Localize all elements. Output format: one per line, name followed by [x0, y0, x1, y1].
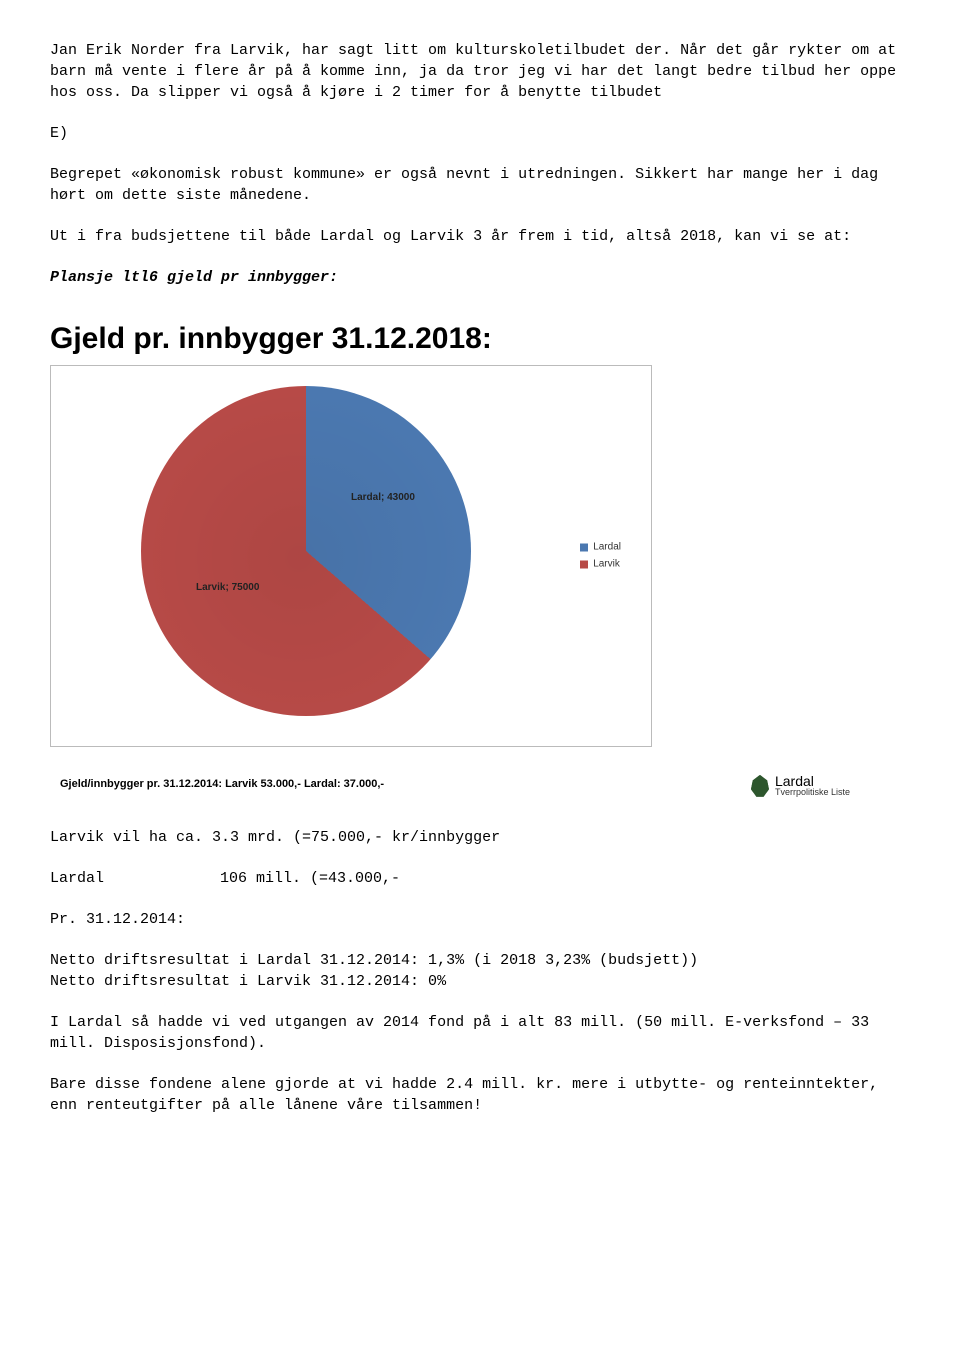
slice-label-larvik: Larvik; 75000	[196, 581, 259, 595]
lardal-value: 106 mill. (=43.000,-	[220, 868, 400, 889]
paragraph-fond: I Lardal så hadde vi ved utgangen av 201…	[50, 1012, 910, 1054]
paragraph-robust: Begrepet «økonomisk robust kommune» er o…	[50, 164, 910, 206]
larvik-line: Larvik vil ha ca. 3.3 mrd. (=75.000,- kr…	[50, 827, 910, 848]
legend-label-lardal: Lardal	[593, 541, 621, 555]
paragraph-utbytte: Bare disse fondene alene gjorde at vi ha…	[50, 1074, 910, 1116]
section-e-label: E)	[50, 123, 910, 144]
pie-chart: Lardal; 43000 Larvik; 75000	[141, 386, 471, 716]
paragraph-intro: Jan Erik Norder fra Larvik, har sagt lit…	[50, 40, 910, 103]
slice-label-lardal: Lardal; 43000	[351, 491, 415, 505]
pie-chart-container: Lardal; 43000 Larvik; 75000 Lardal Larvi…	[50, 365, 652, 747]
pie-slices	[141, 386, 471, 716]
lardal-row: Lardal 106 mill. (=43.000,-	[50, 868, 910, 889]
plansje-line: Plansje ltl6 gjeld pr innbygger:	[50, 267, 910, 288]
legend-label-larvik: Larvik	[593, 558, 620, 572]
lardal-label: Lardal	[50, 868, 220, 889]
legend-item-larvik: Larvik	[580, 558, 621, 572]
branding-line1: Lardal	[775, 774, 850, 788]
branding-line2: Tverrpolitiske Liste	[775, 788, 850, 797]
paragraph-budget: Ut i fra budsjettene til både Lardal og …	[50, 226, 910, 247]
legend-swatch-blue	[580, 544, 588, 552]
chart-legend: Lardal Larvik	[580, 538, 621, 575]
netto-block: Netto driftsresultat i Lardal 31.12.2014…	[50, 950, 910, 992]
shield-icon	[751, 775, 769, 797]
chart-title: Gjeld pr. innbygger 31.12.2018:	[50, 318, 910, 360]
legend-swatch-red	[580, 561, 588, 569]
pr-date-line: Pr. 31.12.2014:	[50, 909, 910, 930]
legend-item-lardal: Lardal	[580, 541, 621, 555]
